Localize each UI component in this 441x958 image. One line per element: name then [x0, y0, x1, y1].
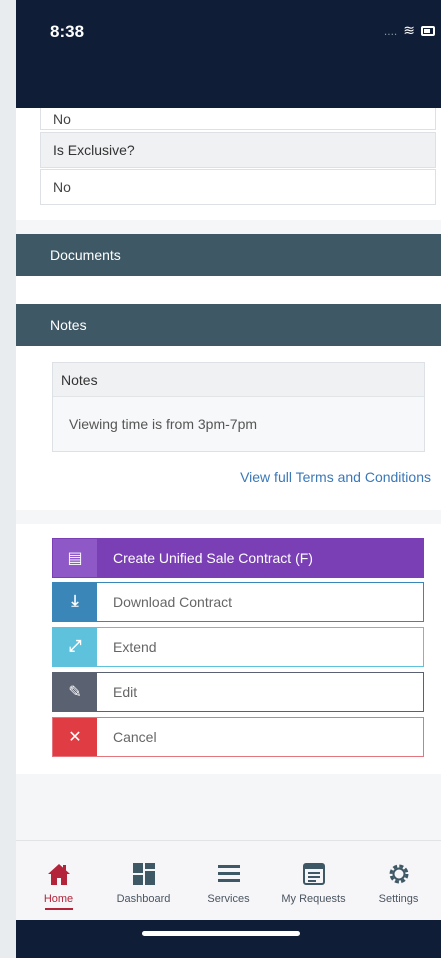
details-card: No Is Exclusive? No — [16, 108, 441, 220]
battery-icon — [421, 25, 435, 36]
cancel-button[interactable]: ✕ Cancel — [52, 717, 424, 757]
tab-services-label: Services — [207, 893, 250, 905]
home-indicator[interactable] — [142, 931, 300, 936]
edit-button[interactable]: ✎ Edit — [52, 672, 424, 712]
home-bar — [16, 920, 441, 958]
requests-icon — [302, 863, 325, 885]
create-contract-button[interactable]: ▤ Create Unified Sale Contract (F) — [52, 538, 424, 578]
dashboard-icon — [132, 863, 155, 885]
extend-label: Extend — [113, 639, 157, 655]
detail-prev-value: No — [40, 108, 436, 130]
app-header: 8:38 .... ≋ — [16, 0, 441, 108]
status-time: 8:38 — [50, 22, 85, 41]
download-contract-button[interactable]: ⤓ Download Contract — [52, 582, 424, 622]
tab-settings[interactable]: Settings — [359, 861, 439, 920]
download-icon: ⤓ — [53, 583, 97, 621]
tab-services[interactable]: Services — [189, 861, 269, 920]
edit-icon: ✎ — [53, 673, 97, 711]
actions-card: ▤ Create Unified Sale Contract (F) ⤓ Dow… — [16, 524, 441, 774]
tab-home-label: Home — [43, 893, 74, 905]
phone-screen: 8:38 .... ≋ No Is Exclusive? No Document… — [16, 0, 441, 958]
notes-section-header[interactable]: Notes — [16, 304, 441, 346]
exclusive-label: Is Exclusive? — [53, 142, 135, 158]
edit-label: Edit — [113, 684, 138, 700]
documents-body — [16, 276, 441, 304]
tab-home[interactable]: Home — [19, 861, 99, 920]
active-tab-indicator — [44, 908, 73, 910]
notes-content: Viewing time is from 3pm-7pm — [53, 397, 424, 451]
wifi-icon: ≋ — [403, 22, 415, 38]
gear-icon — [389, 864, 408, 884]
document-icon: ▤ — [53, 539, 97, 577]
documents-title: Documents — [50, 247, 121, 263]
notes-box: Notes Viewing time is from 3pm-7pm — [52, 362, 425, 452]
documents-section-header[interactable]: Documents — [16, 234, 441, 276]
notes-heading-text: Notes — [61, 371, 98, 388]
close-icon: ✕ — [53, 718, 97, 756]
notes-heading: Notes — [53, 363, 424, 397]
tab-dashboard-label: Dashboard — [116, 893, 171, 905]
exclusive-label-row: Is Exclusive? — [40, 132, 436, 168]
tab-my-requests[interactable]: My Requests — [274, 861, 354, 920]
status-icons: .... ≋ — [384, 22, 435, 39]
exclusive-value-row: No — [40, 169, 436, 205]
tab-settings-label: Settings — [378, 893, 419, 905]
menu-icon — [217, 865, 240, 882]
notes-text: Viewing time is from 3pm-7pm — [69, 416, 258, 432]
terms-link[interactable]: View full Terms and Conditions — [240, 469, 431, 485]
detail-prev-value-text: No — [53, 110, 71, 127]
tab-dashboard[interactable]: Dashboard — [104, 861, 184, 920]
tab-my-requests-label: My Requests — [281, 893, 346, 905]
home-icon — [47, 864, 70, 885]
bottom-tab-bar: Home Dashboard Services My Requests Sett… — [16, 840, 441, 920]
extend-button[interactable]: ⤢ Extend — [52, 627, 424, 667]
signal-icon: .... — [383, 23, 398, 38]
expand-icon: ⤢ — [53, 628, 97, 666]
notes-title: Notes — [50, 317, 87, 333]
create-contract-label: Create Unified Sale Contract (F) — [113, 550, 313, 566]
cancel-label: Cancel — [113, 729, 157, 745]
download-contract-label: Download Contract — [113, 594, 233, 610]
exclusive-value: No — [53, 179, 71, 195]
